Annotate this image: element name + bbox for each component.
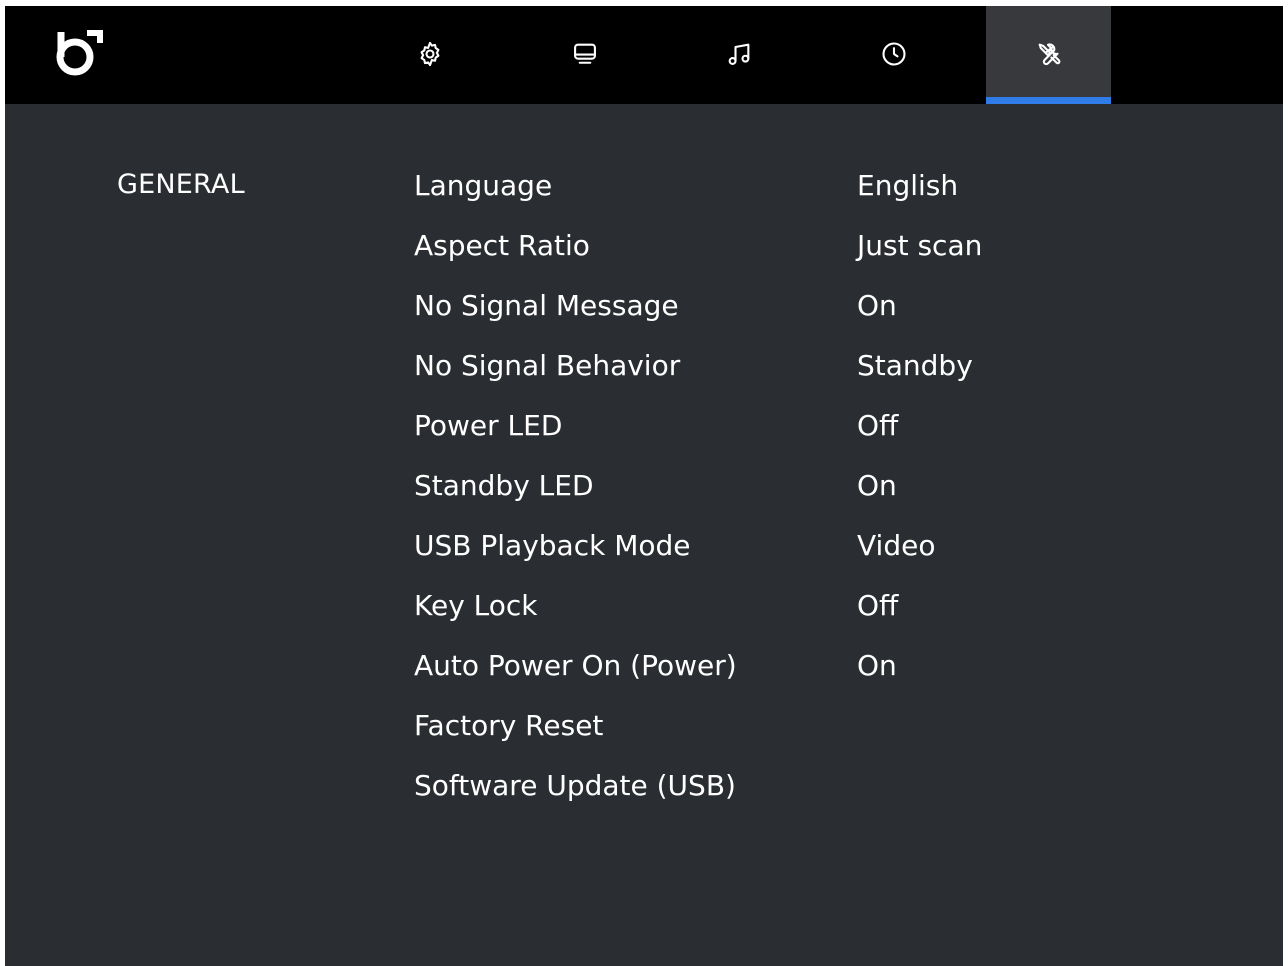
setting-value: On [857,289,897,322]
clock-icon [881,42,906,66]
setting-value: Standby [857,349,973,382]
setting-value: English [857,169,959,202]
wrench-screwdriver-icon [1038,43,1060,66]
setting-value: On [857,469,897,502]
setting-label: USB Playback Mode [414,529,691,562]
setting-usb-playback-mode[interactable]: USB Playback Mode Video [414,517,1114,577]
tab-display-settings[interactable] [522,6,647,104]
setting-label: No Signal Message [414,289,679,322]
brand-logo [53,28,107,80]
monitor-icon [573,43,596,64]
setting-label: Power LED [414,409,563,442]
setting-software-update[interactable]: Software Update (USB) [414,757,1114,817]
setting-label: Aspect Ratio [414,229,590,262]
settings-category-label[interactable]: GENERAL [117,169,245,200]
setting-label: No Signal Behavior [414,349,681,382]
setting-factory-reset[interactable]: Factory Reset [414,697,1114,757]
setting-value: Just scan [857,229,983,262]
setting-standby-led[interactable]: Standby LED On [414,457,1114,517]
setting-value: Off [857,409,899,442]
setting-value: On [857,649,897,682]
setting-label: Language [414,169,553,202]
setting-aspect-ratio[interactable]: Aspect Ratio Just scan [414,217,1114,277]
top-navigation-bar [5,6,1283,104]
tv-settings-screen: GENERAL Language English Aspect Ratio Ju… [5,6,1283,966]
tab-general-settings[interactable] [986,6,1111,104]
setting-label: Factory Reset [414,709,604,742]
setting-power-led[interactable]: Power LED Off [414,397,1114,457]
tab-sound-settings[interactable] [676,6,801,104]
setting-key-lock[interactable]: Key Lock Off [414,577,1114,637]
tab-time-settings[interactable] [831,6,956,104]
gear-icon [420,41,439,67]
setting-value: Off [857,589,899,622]
setting-auto-power-on[interactable]: Auto Power On (Power) On [414,637,1114,697]
setting-no-signal-behavior[interactable]: No Signal Behavior Standby [414,337,1114,397]
setting-language[interactable]: Language English [414,157,1114,217]
music-note-icon [728,43,749,65]
setting-no-signal-message[interactable]: No Signal Message On [414,277,1114,337]
setting-label: Software Update (USB) [414,769,736,802]
setting-value: Video [857,529,936,562]
tab-picture-settings[interactable] [367,6,492,104]
setting-label: Auto Power On (Power) [414,649,737,682]
setting-label: Key Lock [414,589,538,622]
settings-list: Language English Aspect Ratio Just scan … [414,157,1114,817]
setting-label: Standby LED [414,469,594,502]
